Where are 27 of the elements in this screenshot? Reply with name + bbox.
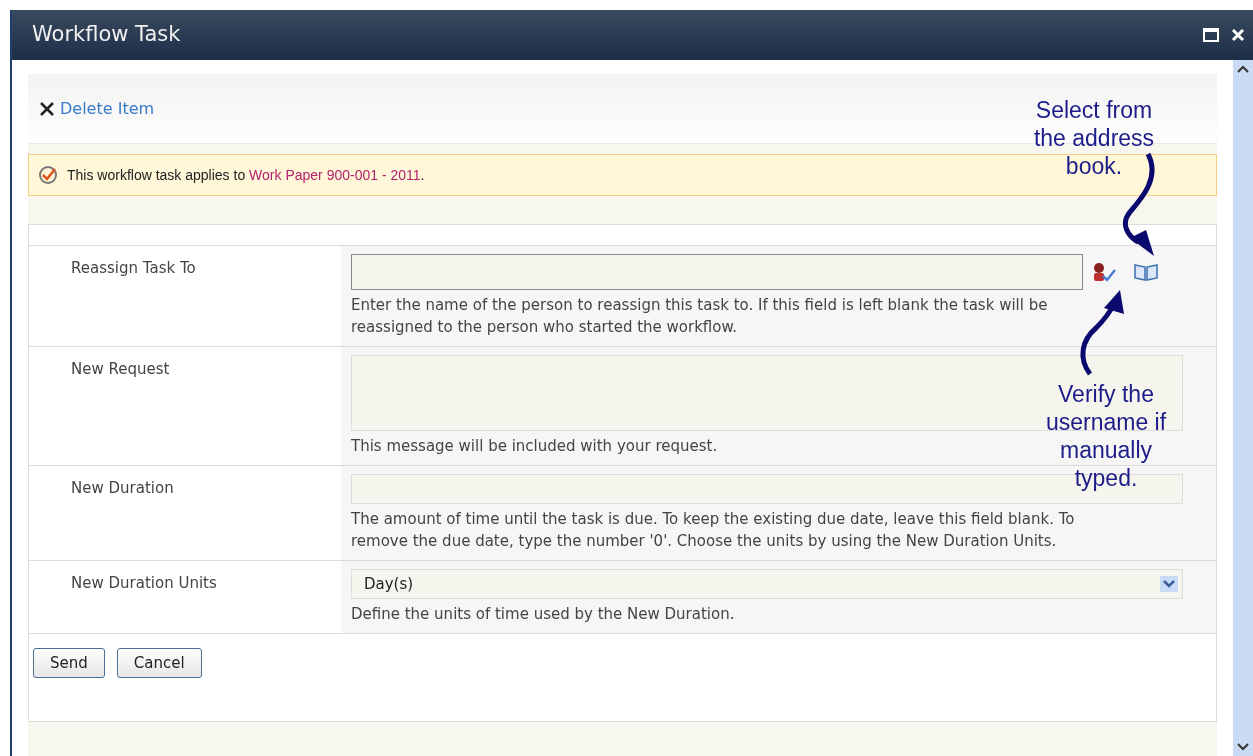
chevron-down-icon[interactable] [1236,742,1250,752]
scrollbar[interactable] [1233,60,1253,756]
chevron-up-icon[interactable] [1236,64,1250,74]
close-icon[interactable] [38,99,56,118]
notice-text: This workflow task applies to Work Paper 900-001 - 2011. [67,165,425,185]
task-check-icon [37,164,59,186]
maximize-icon[interactable] [1203,28,1219,42]
form-button[interactable]: Send [33,648,105,678]
field-description: Enter the name of the person to reassign this task to. If this field is left blank the task will be reassigned to the person who started the workflow. [351,295,1049,338]
field-label: New Duration Units [71,574,217,592]
field-label: Reassign Task To [71,259,196,277]
address-book-icon[interactable] [1133,262,1159,282]
field-description: The amount of time until the task is due. To keep the existing due date, leave this field blank. To remove the due date, type the number '0'. Choose the units by using the New Duration Units. [351,509,1076,552]
field-description: This message will be included with your request. [351,436,718,457]
form-button[interactable]: Cancel [116,648,202,678]
close-icon[interactable] [1231,28,1245,42]
field-label: New Request [71,360,170,378]
callout-text: Select from the address book. [1032,96,1156,180]
field-description: Define the units of time used by the New Duration. [351,604,735,625]
work-paper-link[interactable]: Work Paper 900-001 - 2011 [249,166,421,183]
window-title: Workflow Task [32,21,181,49]
input-field[interactable] [351,254,1083,290]
chevron-down-icon[interactable] [1160,576,1178,592]
field-label: New Duration [71,479,174,497]
callout-text: Verify the username if manually typed. [1044,380,1168,492]
dropdown[interactable]: Day(s) [351,569,1183,599]
delete-item-link[interactable]: Delete Item [60,96,155,121]
